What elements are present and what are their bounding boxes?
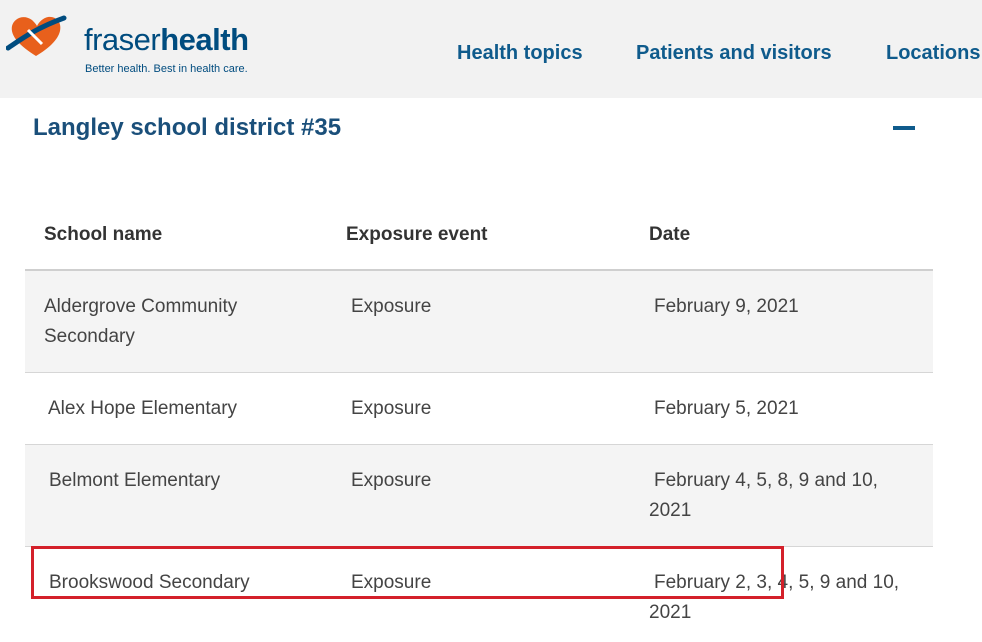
table-row: Belmont Elementary Exposure February 4, … (25, 445, 933, 547)
nav-locations[interactable]: Locations (886, 42, 980, 65)
exposure-event-cell: Exposure (351, 470, 432, 491)
column-header-event: Exposure event (346, 224, 488, 245)
column-header-date: Date (649, 224, 691, 245)
school-name-cell: Belmont Elementary (49, 470, 221, 491)
table-row: Brookswood Secondary Exposure February 2… (25, 547, 933, 642)
exposure-event-cell: Exposure (351, 296, 432, 317)
date-cell: February 5, 2021 (654, 398, 799, 419)
column-header-school: School name (44, 224, 163, 245)
school-name-cell: Aldergrove Community Secondary (44, 296, 238, 347)
date-cell: February 4, 5, 8, 9 and 10, 2021 (649, 470, 878, 521)
nav-patients-and-visitors[interactable]: Patients and visitors (636, 42, 832, 65)
exposure-event-cell: Exposure (351, 572, 432, 593)
school-name-cell: Alex Hope Elementary (48, 398, 238, 419)
school-name-cell: Brookswood Secondary (49, 572, 250, 593)
date-cell: February 9, 2021 (654, 296, 799, 317)
exposure-event-cell: Exposure (351, 398, 432, 419)
date-cell: February 2, 3, 4, 5, 9 and 10, 2021 (649, 572, 900, 623)
table-row: Aldergrove Community Secondary Exposure … (25, 271, 933, 373)
fraser-health-logo[interactable]: fraserhealth Better health. Best in heal… (6, 12, 249, 82)
heart-logo-icon (6, 15, 67, 56)
nav-health-topics[interactable]: Health topics (457, 42, 583, 65)
table-row: Alex Hope Elementary Exposure February 5… (25, 373, 933, 445)
brand-tagline: Better health. Best in health care. (85, 63, 248, 75)
brand-name: fraserhealth (84, 22, 249, 57)
section-title[interactable]: Langley school district #35 (33, 114, 341, 142)
collapse-icon[interactable] (893, 126, 915, 130)
site-header: fraserhealth Better health. Best in heal… (0, 0, 982, 98)
